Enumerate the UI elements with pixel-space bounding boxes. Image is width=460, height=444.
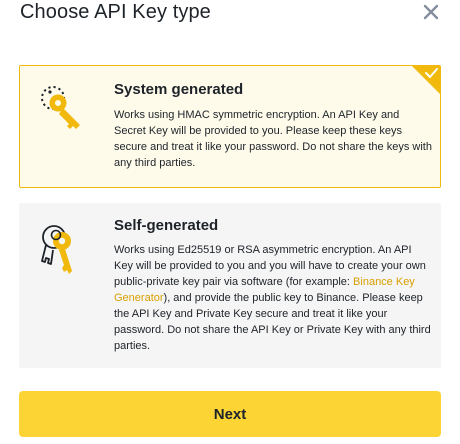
check-icon bbox=[412, 66, 440, 94]
keys-pair-icon bbox=[41, 225, 72, 274]
option-description: Works using HMAC symmetric encryption. A… bbox=[114, 109, 432, 169]
option-self-generated[interactable]: Self-generated Works using Ed25519 or RS… bbox=[19, 203, 441, 368]
option-description: Works using Ed25519 or RSA asymmetric en… bbox=[114, 242, 432, 354]
key-icon bbox=[41, 86, 80, 129]
option-title: Self-generated bbox=[114, 217, 219, 234]
dialog-title: Choose API Key type bbox=[20, 1, 211, 23]
next-button[interactable]: Next bbox=[19, 391, 441, 437]
close-icon[interactable] bbox=[421, 2, 441, 22]
option-title: System generated bbox=[114, 81, 244, 98]
option-system-generated[interactable]: System generated Works using HMAC symmet… bbox=[19, 65, 441, 188]
